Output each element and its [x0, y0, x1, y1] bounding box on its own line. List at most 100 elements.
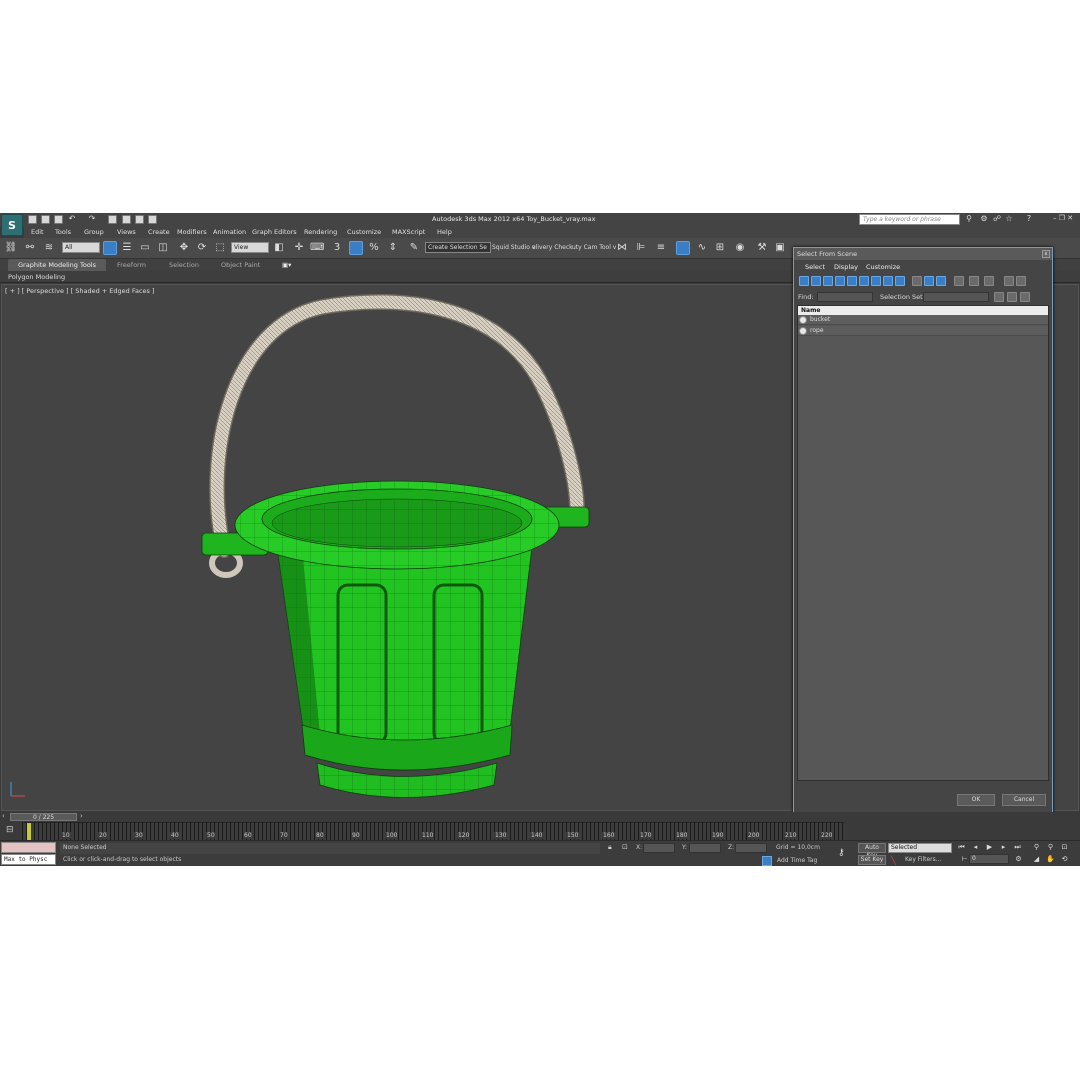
sort-icon[interactable] [1016, 276, 1026, 286]
reference-coordinate-dropdown[interactable]: View [231, 242, 269, 253]
display-geometry-icon[interactable] [799, 276, 809, 286]
select-object-button[interactable] [103, 241, 117, 255]
subscription-icon[interactable]: ☍ [992, 214, 1002, 224]
zoom-extents-icon[interactable]: ⊡ [1060, 843, 1069, 852]
find-input[interactable] [817, 292, 873, 302]
go-to-end-icon[interactable]: ⏭ [1013, 843, 1022, 852]
pivot-center-icon[interactable]: ◧ [272, 241, 286, 255]
window-crossing-icon[interactable]: ◫ [156, 241, 170, 255]
dialog-menu-select[interactable]: Select [805, 263, 825, 271]
time-slider[interactable]: ‹ 0 / 225 › [0, 812, 1080, 822]
set-key-button[interactable]: Set Key [858, 855, 886, 865]
list-view-icon[interactable] [954, 276, 964, 286]
lock-selection-icon[interactable]: 🔒︎ [608, 843, 612, 852]
application-menu-button[interactable]: S [1, 214, 23, 236]
maxscript-listener-input[interactable] [1, 842, 56, 853]
window-controls[interactable]: – ❐ ✕ [1053, 214, 1079, 225]
display-helpers-icon[interactable] [847, 276, 857, 286]
spinner-snap-icon[interactable]: ⇕ [386, 241, 400, 255]
display-cameras-icon[interactable] [835, 276, 845, 286]
select-none-icon[interactable] [1007, 292, 1017, 302]
keyword-search-input[interactable]: Type a keyword or phrase [859, 214, 960, 225]
select-and-rotate-icon[interactable]: ⟳ [195, 241, 209, 255]
zoom-icon[interactable]: ⚲ [1032, 843, 1041, 852]
render-setup-icon[interactable]: ⚒ [755, 241, 769, 255]
menu-create[interactable]: Create [148, 228, 170, 236]
tab-graphite-modeling-tools[interactable]: Graphite Modeling Tools [8, 259, 107, 271]
select-manipulate-icon[interactable]: ✛ [292, 241, 306, 255]
select-and-move-icon[interactable]: ✥ [177, 241, 191, 255]
curve-editor-icon[interactable]: ∿ [695, 241, 709, 255]
material-editor-icon[interactable]: ◉ [733, 241, 747, 255]
snaps-toggle-icon[interactable]: 3 [330, 241, 344, 255]
render-frame-icon[interactable]: ▣ [773, 241, 787, 255]
display-lights-icon[interactable] [823, 276, 833, 286]
hierarchy-view-icon[interactable] [969, 276, 979, 286]
favorites-star-icon[interactable]: ☆ [1004, 214, 1014, 224]
go-to-start-icon[interactable]: ⏮ [957, 843, 966, 852]
key-mode-dropdown[interactable]: Selected [888, 843, 952, 853]
menu-edit[interactable]: Edit [31, 228, 44, 236]
selection-filter-dropdown[interactable]: All [62, 242, 100, 253]
new-file-icon[interactable] [28, 215, 37, 224]
window-icon[interactable] [122, 215, 131, 224]
columns-icon[interactable] [984, 276, 994, 286]
menu-modifiers[interactable]: Modifiers [177, 228, 207, 236]
display-spacewarps-icon[interactable] [859, 276, 869, 286]
column-header-name[interactable]: Name [798, 306, 1048, 315]
select-all-icon[interactable] [994, 292, 1004, 302]
ribbon-options-icon[interactable]: ▣▾ [282, 261, 291, 269]
key-filters-button[interactable]: Key Filters... [905, 856, 942, 863]
time-configuration-icon[interactable]: ⚙ [1014, 855, 1023, 864]
display-groups-icon[interactable] [871, 276, 881, 286]
add-time-tag-button[interactable]: Add Time Tag [777, 857, 817, 864]
angle-snap-button[interactable] [349, 241, 363, 255]
display-xrefs-icon[interactable] [883, 276, 893, 286]
select-invert-icon[interactable] [1020, 292, 1030, 302]
open-file-icon[interactable] [41, 215, 50, 224]
window-icon-2[interactable] [135, 215, 144, 224]
track-bar[interactable]: 10 20 30 40 50 60 70 80 90 100 110 120 1… [22, 822, 844, 840]
percent-snap-icon[interactable]: % [367, 241, 381, 255]
next-frame-icon[interactable]: › [80, 812, 83, 820]
display-bones-icon[interactable] [895, 276, 905, 286]
window-icon-3[interactable] [148, 215, 157, 224]
zoom-all-icon[interactable]: ⚲ [1046, 843, 1055, 852]
orbit-icon[interactable]: ⟲ [1060, 855, 1069, 864]
filter-icon[interactable] [1004, 276, 1014, 286]
select-and-link-icon[interactable]: ⛓ [4, 241, 18, 255]
default-in-out-tangent-icon[interactable]: ╲ [891, 856, 896, 865]
layer-manager-icon[interactable]: ≡ [654, 241, 668, 255]
time-tag-icon[interactable] [762, 856, 772, 866]
y-coordinate-input[interactable] [689, 843, 721, 853]
cancel-button[interactable]: Cancel [1002, 794, 1046, 806]
menu-views[interactable]: Views [117, 228, 136, 236]
menu-rendering[interactable]: Rendering [304, 228, 337, 236]
next-key-icon[interactable]: ▸ [999, 843, 1008, 852]
help-icon[interactable]: ? [1024, 214, 1034, 224]
mini-curve-editor-icon[interactable]: ⊟ [6, 825, 14, 835]
graphite-toggle-button[interactable] [676, 241, 690, 255]
save-file-icon[interactable] [54, 215, 63, 224]
display-shapes-icon[interactable] [811, 276, 821, 286]
mirror-icon[interactable]: ⋈ [615, 241, 629, 255]
schematic-view-icon[interactable]: ⊞ [713, 241, 727, 255]
x-coordinate-input[interactable] [643, 843, 675, 853]
menu-tools[interactable]: Tools [55, 228, 71, 236]
redo-icon[interactable]: ↷ [87, 214, 97, 224]
menu-maxscript[interactable]: MAXScript [392, 228, 425, 236]
menu-graph-editors[interactable]: Graph Editors [252, 228, 297, 236]
display-none-icon[interactable] [924, 276, 934, 286]
display-all-icon[interactable] [912, 276, 922, 286]
keyboard-shortcut-override-icon[interactable]: ⌨ [310, 241, 324, 255]
key-mode-toggle-icon[interactable]: ⊢ [960, 855, 969, 864]
display-invert-icon[interactable] [936, 276, 946, 286]
current-frame-input[interactable]: 0 [969, 854, 1009, 864]
list-item[interactable]: bucket [798, 315, 1048, 325]
tab-object-paint[interactable]: Object Paint [221, 261, 260, 269]
list-item[interactable]: rope [798, 326, 1048, 336]
field-of-view-icon[interactable]: ◢ [1032, 855, 1041, 864]
selection-set-dropdown[interactable] [923, 292, 989, 302]
menu-help[interactable]: Help [437, 228, 452, 236]
script-button-camtool[interactable]: uty Cam Tool v [572, 244, 616, 251]
